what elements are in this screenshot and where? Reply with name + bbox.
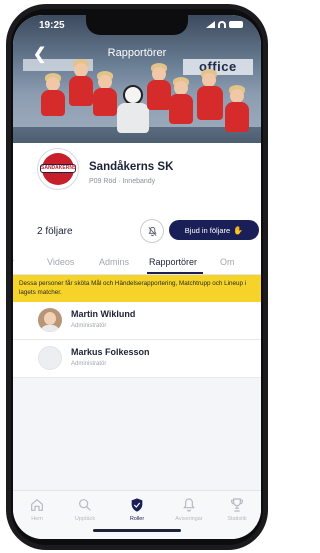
club-subtitle: P09 Röd · Innebandy (89, 178, 156, 185)
nav-label-discover: Upptäck (74, 516, 96, 522)
nav-item-home[interactable]: Hem (15, 497, 59, 522)
avatar (38, 308, 62, 332)
bell-off-icon (147, 226, 157, 236)
followers-count[interactable]: 2 följare (37, 226, 73, 237)
tab-rapportorer[interactable]: Rapportörer (149, 257, 197, 267)
avatar (38, 346, 62, 370)
list-item[interactable]: Markus Folkesson Administratör (13, 340, 261, 378)
nav-item-notifications[interactable]: Aviseringar (167, 497, 211, 522)
nav-item-roles[interactable]: Roller (115, 497, 159, 522)
nav-item-stats[interactable]: Statistik (215, 497, 259, 522)
waving-hand-icon: ✋ (233, 225, 244, 235)
bell-icon (183, 498, 195, 512)
wifi-icon (218, 21, 226, 28)
club-logo: SANDÅKERNS (37, 148, 79, 190)
nav-label-stats: Statistik (227, 516, 247, 522)
member-list: Martin Wiklund Administratör Markus Folk… (13, 302, 261, 378)
home-icon (31, 499, 43, 511)
tab-om[interactable]: Om (220, 257, 235, 267)
cellular-signal-icon (206, 21, 215, 28)
club-name: Sandåkerns SK (89, 161, 174, 173)
tab-admins[interactable]: Admins (99, 257, 129, 267)
status-icons (206, 21, 243, 28)
tab-partial[interactable]: r (13, 257, 14, 267)
tab-videos[interactable]: Videos (47, 257, 74, 267)
mute-notifications-button[interactable] (140, 219, 164, 243)
invite-followers-label: Bjud in följare (184, 225, 231, 235)
list-item[interactable]: Martin Wiklund Administratör (13, 302, 261, 340)
team-photo: office (13, 15, 261, 160)
status-time: 19:25 (39, 20, 65, 31)
member-role: Administratör (71, 361, 107, 367)
nav-label-home: Hem (31, 516, 43, 522)
shield-icon (131, 498, 143, 512)
active-tab-indicator (147, 272, 203, 274)
nav-item-discover[interactable]: Upptäck (63, 497, 107, 522)
member-name: Martin Wiklund (71, 309, 136, 319)
nav-label-notifications: Aviseringar (175, 516, 203, 522)
battery-icon (229, 21, 243, 28)
nav-label-roles: Roller (129, 516, 145, 522)
club-logo-text: SANDÅKERNS (40, 164, 77, 173)
trophy-icon (231, 498, 243, 512)
search-icon (79, 499, 91, 511)
info-banner: Dessa personer får sköta Mål och Händels… (13, 275, 261, 302)
invite-followers-button[interactable]: Bjud in följare ✋ (169, 220, 259, 240)
member-name: Markus Folkesson (71, 347, 150, 357)
home-indicator (93, 529, 181, 532)
app-screen: office 19:25 ❮ Rapportörer SANDÅKERNS Sa… (13, 15, 261, 539)
page-title: Rapportörer (107, 47, 167, 59)
club-header: SANDÅKERNS Sandåkerns SK P09 Röd · Inneb… (13, 143, 261, 253)
member-role: Administratör (71, 323, 107, 329)
notch (86, 15, 188, 35)
tab-bar: r Videos Admins Rapportörer Om (13, 253, 261, 275)
